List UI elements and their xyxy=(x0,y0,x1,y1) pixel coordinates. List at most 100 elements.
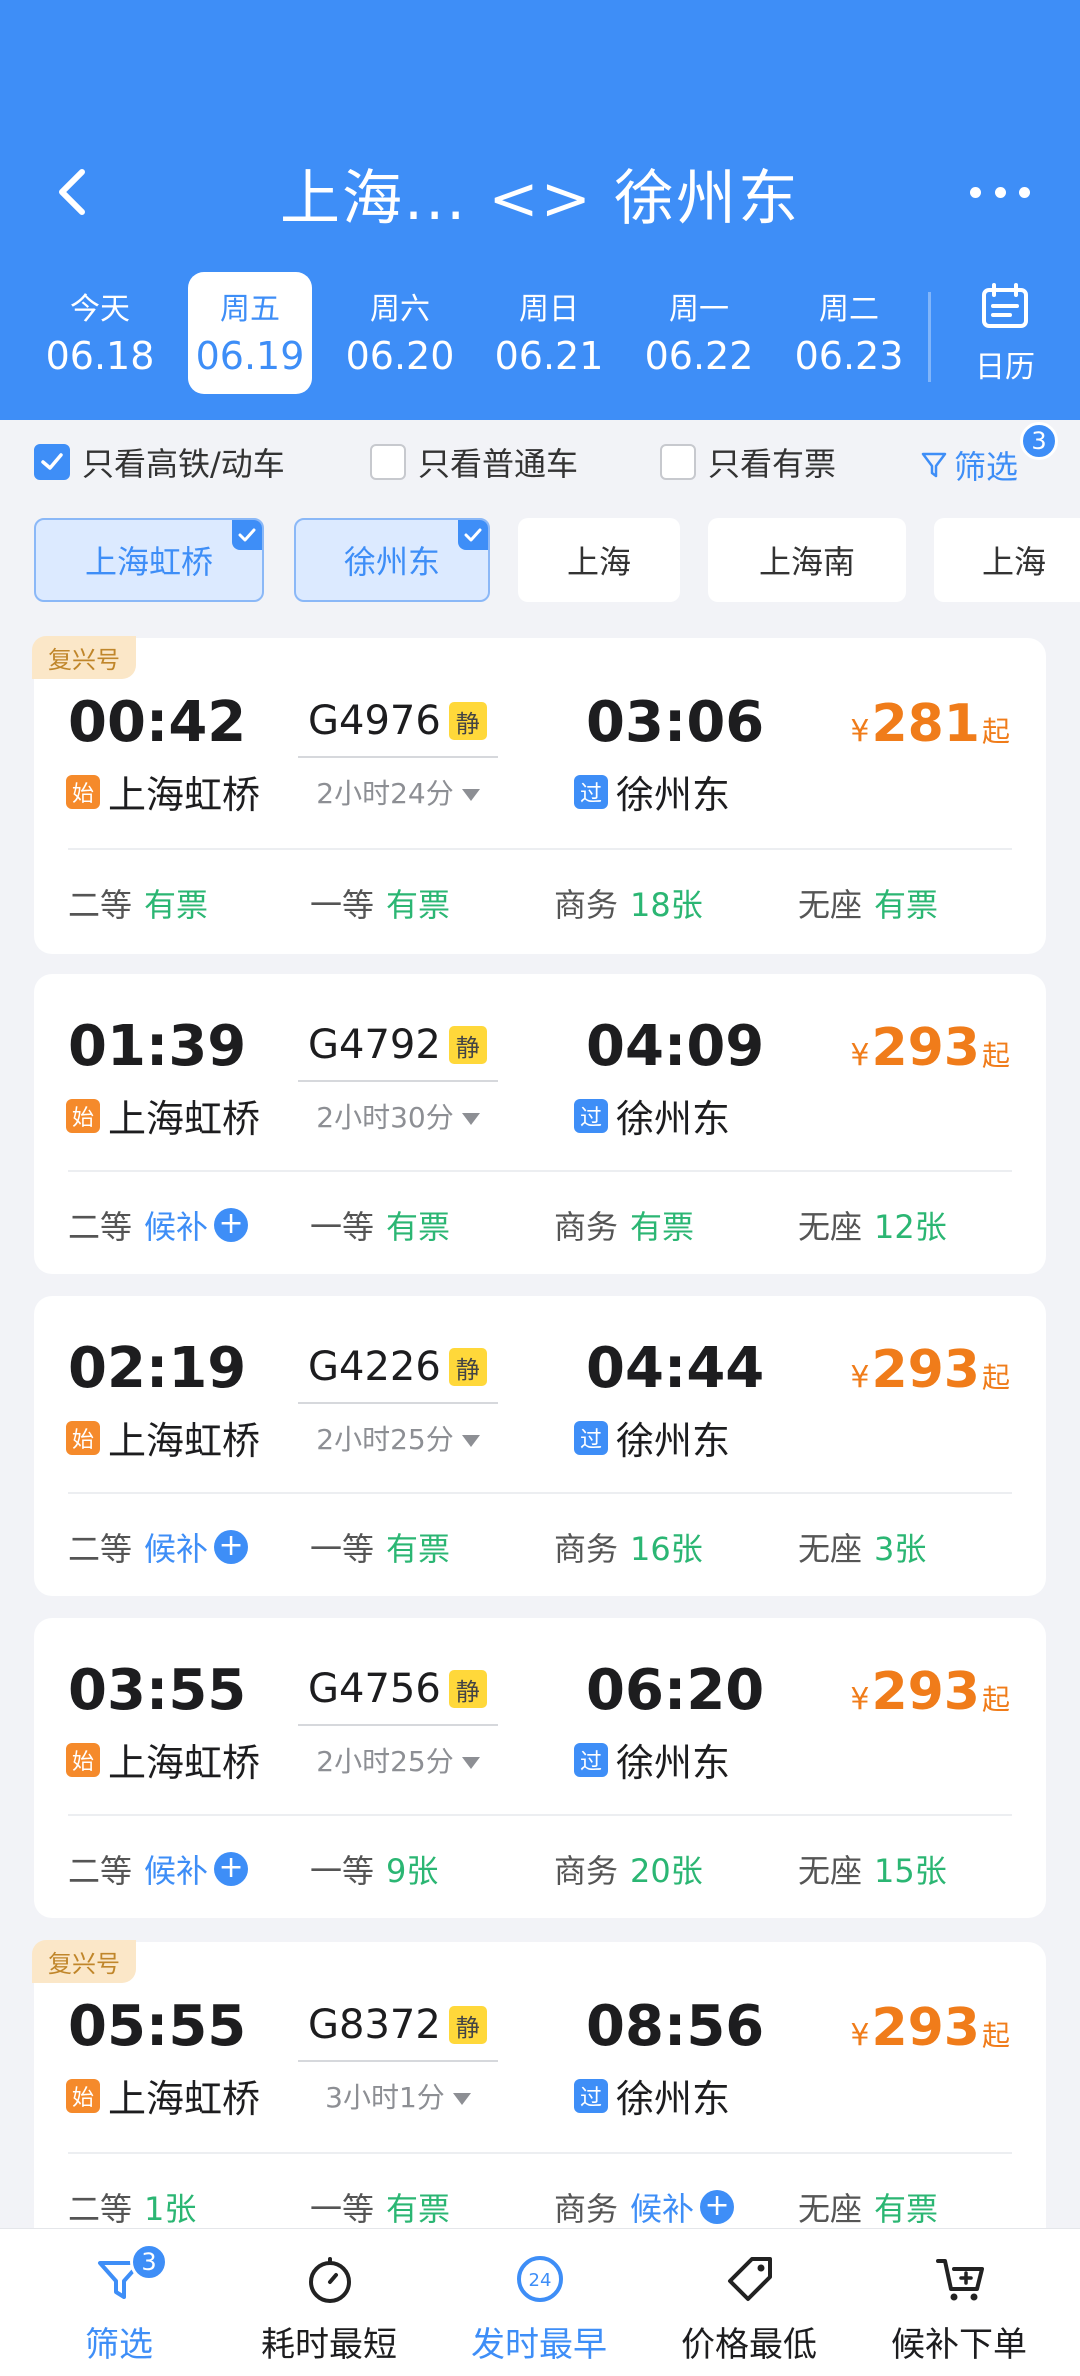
station-chips: 上海虹桥 徐州东 上海 上海南 上海 xyxy=(0,518,1080,604)
duration-toggle[interactable]: 2小时30分 xyxy=(298,1096,498,1136)
duration-toggle[interactable]: 3小时1分 xyxy=(298,2076,498,2116)
pass-badge: 过 xyxy=(574,2078,608,2113)
seat-class: 二等 xyxy=(68,886,133,924)
date-value: 06.20 xyxy=(345,334,455,378)
price-value: 281 xyxy=(871,694,980,754)
seat-standing: 无座 15张 xyxy=(798,1846,947,1892)
train-number: G8372 静 xyxy=(308,2002,487,2048)
seat-second-class[interactable]: 二等 候补 + xyxy=(68,1524,249,1570)
price: ¥281 起 xyxy=(850,694,1010,754)
departure-station: 始上海虹桥 xyxy=(66,1410,260,1465)
bottom-toolbar: 3 筛选 耗时最短 24 发时最早 价格最低 候补下单 xyxy=(0,2228,1080,2376)
seat-second-class[interactable]: 二等 候补 + xyxy=(68,1846,249,1892)
arrival-time: 03:06 xyxy=(586,690,765,755)
seat-business[interactable]: 商务 候补 + xyxy=(554,2184,735,2230)
price: ¥293 起 xyxy=(850,1662,1010,1722)
seat-availability: 有票 xyxy=(874,886,939,924)
date-weekday: 周日 xyxy=(519,292,579,327)
tab-shortest-duration[interactable]: 耗时最短 xyxy=(224,2229,434,2376)
duration-line xyxy=(298,1402,498,1404)
price: ¥293 起 xyxy=(850,1018,1010,1078)
station-name: 上海虹桥 xyxy=(108,2077,261,2121)
seat-availability: 候补 xyxy=(144,1852,209,1890)
station-chip-label: 上海虹桥 xyxy=(84,543,213,581)
page-title[interactable]: 上海... <> 徐州东 xyxy=(0,150,1080,237)
date-tab-selected[interactable]: 周五 06.19 xyxy=(188,272,312,394)
station-chip-selected[interactable]: 徐州东 xyxy=(294,518,490,602)
tab-label: 筛选 xyxy=(85,2325,153,2365)
add-waitlist-icon[interactable]: + xyxy=(214,1530,249,1564)
train-card[interactable]: 复兴号 00:42 G4976 静 2小时24分 03:06 ¥281 起 始上海虹… xyxy=(32,636,1046,954)
seat-first-class: 一等 9张 xyxy=(310,1846,438,1892)
seat-availability: 9张 xyxy=(386,1852,439,1890)
seat-class: 商务 xyxy=(554,1530,619,1568)
tab-waitlist-order[interactable]: 候补下单 xyxy=(854,2229,1064,2376)
departure-station: 始上海虹桥 xyxy=(66,764,260,819)
departure-time: 01:39 xyxy=(68,1014,247,1079)
seat-class: 一等 xyxy=(310,1208,375,1246)
train-card[interactable]: 02:19 G4226 静 2小时25分 04:44 ¥293 起 始上海虹桥 过徐… xyxy=(34,1296,1046,1596)
seat-availability: 有票 xyxy=(386,1208,451,1246)
train-number-text: G4792 xyxy=(308,1022,441,1068)
seat-business: 商务 16张 xyxy=(554,1524,703,1570)
divider xyxy=(68,848,1012,850)
filter-button[interactable]: 筛选 xyxy=(920,442,1018,488)
calendar-icon xyxy=(982,283,1028,328)
train-card[interactable]: 03:55 G4756 静 2小时25分 06:20 ¥293 起 始上海虹桥 过徐… xyxy=(34,1618,1046,1918)
station-name: 上海虹桥 xyxy=(108,1419,261,1463)
tab-label: 候补下单 xyxy=(891,2325,1027,2365)
price-value: 293 xyxy=(871,1662,980,1722)
train-number-text: G4226 xyxy=(308,1344,441,1390)
add-waitlist-icon[interactable]: + xyxy=(700,2190,735,2224)
add-waitlist-icon[interactable]: + xyxy=(214,1208,249,1242)
tab-filter[interactable]: 3 筛选 xyxy=(14,2229,224,2376)
duration-toggle[interactable]: 2小时25分 xyxy=(298,1740,498,1780)
station-chip-selected[interactable]: 上海虹桥 xyxy=(34,518,264,602)
station-name: 徐州东 xyxy=(616,1097,731,1141)
calendar-button[interactable]: 日历 xyxy=(950,282,1060,392)
currency-symbol: ¥ xyxy=(850,1682,870,1717)
duration-text: 2小时30分 xyxy=(316,1101,454,1134)
date-tab[interactable]: 周六 06.20 xyxy=(338,272,462,394)
train-type-tag: 复兴号 xyxy=(32,1940,136,1983)
add-waitlist-icon[interactable]: + xyxy=(214,1852,249,1886)
quiet-car-badge: 静 xyxy=(448,702,487,740)
train-card[interactable]: 01:39 G4792 静 2小时30分 04:09 ¥293 起 始上海虹桥 过徐… xyxy=(34,974,1046,1274)
date-tab-today[interactable]: 今天 06.18 xyxy=(38,272,162,394)
seat-class: 二等 xyxy=(68,2190,133,2228)
duration-toggle[interactable]: 2小时24分 xyxy=(298,772,498,812)
seat-class: 一等 xyxy=(310,1530,375,1568)
duration-toggle[interactable]: 2小时25分 xyxy=(298,1418,498,1458)
station-name: 徐州东 xyxy=(616,1741,731,1785)
arrival-time: 08:56 xyxy=(586,1994,765,2059)
station-chip[interactable]: 上海南 xyxy=(708,518,906,602)
seat-availability: 15张 xyxy=(874,1852,947,1890)
station-chip[interactable]: 上海 xyxy=(934,518,1080,602)
more-options-button[interactable] xyxy=(970,172,1030,212)
train-card[interactable]: 复兴号 05:55 G8372 静 3小时1分 08:56 ¥293 起 始上海虹桥… xyxy=(32,1940,1046,2262)
station-chip[interactable]: 上海 xyxy=(518,518,680,602)
high-speed-checkbox[interactable]: 只看高铁/动车 xyxy=(34,442,285,483)
seat-first-class: 一等 有票 xyxy=(310,1202,450,1248)
seat-class: 无座 xyxy=(798,1852,863,1890)
price-value: 293 xyxy=(871,1018,980,1078)
price-suffix: 起 xyxy=(981,1683,1010,1716)
station-chip-label: 徐州东 xyxy=(343,543,440,581)
origin-badge: 始 xyxy=(66,1420,100,1455)
date-value: 06.22 xyxy=(644,334,754,378)
arrival-station: 过徐州东 xyxy=(574,1410,730,1465)
divider xyxy=(68,1814,1012,1816)
date-tab[interactable]: 周一 06.22 xyxy=(637,272,761,394)
departure-station: 始上海虹桥 xyxy=(66,1088,260,1143)
normal-train-checkbox[interactable]: 只看普通车 xyxy=(370,442,578,483)
available-only-checkbox[interactable]: 只看有票 xyxy=(660,442,836,483)
seat-availability: 候补 xyxy=(144,1208,209,1246)
date-tab[interactable]: 周二 06.23 xyxy=(787,272,911,394)
tab-lowest-price[interactable]: 价格最低 xyxy=(644,2229,854,2376)
divider xyxy=(68,2152,1012,2154)
seat-availability: 1张 xyxy=(144,2190,197,2228)
seat-second-class[interactable]: 二等 候补 + xyxy=(68,1202,249,1248)
price-value: 293 xyxy=(871,1340,980,1400)
date-tab[interactable]: 周日 06.21 xyxy=(487,272,611,394)
tab-earliest-departure[interactable]: 24 发时最早 xyxy=(434,2229,644,2376)
